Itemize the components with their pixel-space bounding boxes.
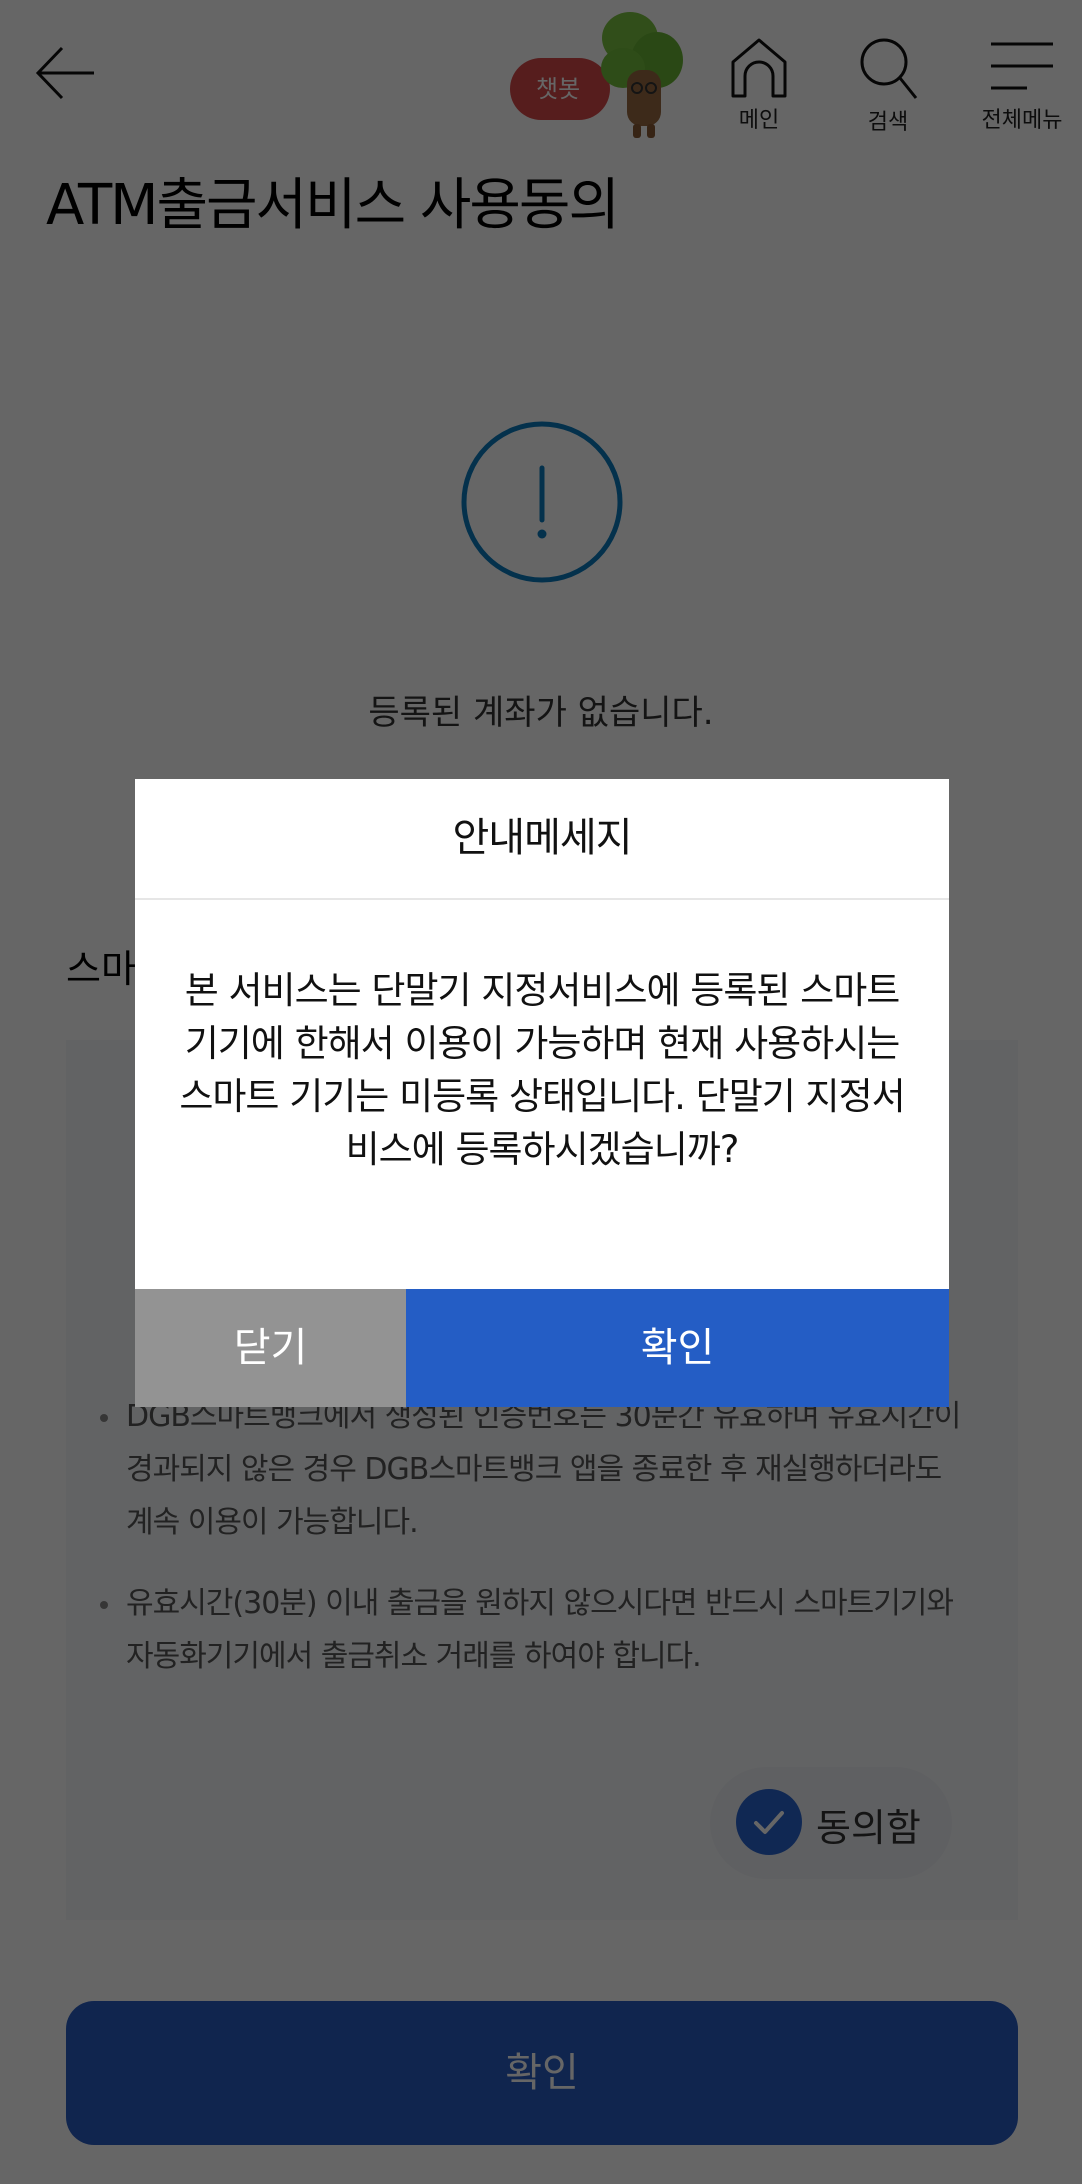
dialog-message: 본 서비스는 단말기 지정서비스에 등록된 스마트 기기에 한해서 이용이 가능…	[179, 969, 905, 1171]
dialog-title: 안내메세지	[135, 779, 949, 900]
dialog-close-button[interactable]: 닫기	[135, 1289, 406, 1407]
dialog-buttons: 닫기 확인	[135, 1289, 949, 1407]
dialog-ok-button[interactable]: 확인	[406, 1289, 949, 1407]
info-dialog: 안내메세지 본 서비스는 단말기 지정서비스에 등록된 스마트 기기에 한해서 …	[135, 779, 949, 1407]
